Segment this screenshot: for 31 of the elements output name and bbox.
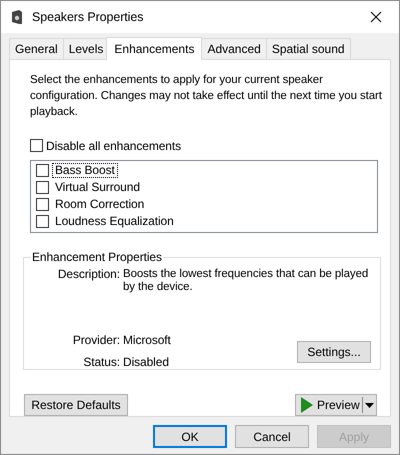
checkbox[interactable] — [30, 139, 43, 152]
field-label: Description: — [58, 268, 120, 283]
checkbox-label: Disable all enhancements — [46, 138, 182, 153]
ok-button[interactable]: OK — [153, 425, 227, 448]
field-label: Provider: — [72, 334, 120, 349]
field-value: Disabled — [123, 356, 169, 369]
tab[interactable]: General — [9, 38, 64, 59]
restore-defaults-button[interactable]: Restore Defaults — [24, 394, 128, 416]
checkbox[interactable] — [36, 214, 49, 228]
list-item[interactable]: Bass Boost — [52, 162, 118, 178]
field-label: Status: — [83, 356, 120, 369]
close-icon — [370, 11, 382, 23]
list-item[interactable]: Loudness Equalization — [52, 214, 177, 229]
checkbox[interactable] — [36, 180, 49, 194]
tab[interactable]: Enhancements — [106, 37, 202, 60]
list-item[interactable]: Room Correction — [52, 196, 148, 212]
play-icon — [300, 397, 314, 413]
cancel-button[interactable]: Cancel — [235, 425, 309, 448]
list-item[interactable]: Virtual Surround — [52, 180, 143, 195]
field-value: Boosts the lowest frequencies that can be played by the device. — [123, 268, 370, 295]
dropdown-arrow-icon[interactable] — [365, 402, 374, 408]
instruction-text: Select the enhancements to apply for your current speaker configuration. Changes may not take effect until the next time you start playback. — [30, 73, 382, 120]
speaker-icon — [10, 9, 24, 25]
preview-button[interactable]: Preview — [295, 394, 377, 416]
group-title: Enhancement Properties — [31, 250, 163, 264]
window-title: Speakers Properties — [32, 10, 144, 24]
checkbox[interactable] — [36, 198, 49, 211]
tab[interactable]: Spatial sound — [266, 38, 351, 59]
settings-button[interactable]: Settings... — [297, 341, 371, 363]
checkbox[interactable] — [36, 164, 49, 177]
field-value: Microsoft — [123, 334, 171, 349]
